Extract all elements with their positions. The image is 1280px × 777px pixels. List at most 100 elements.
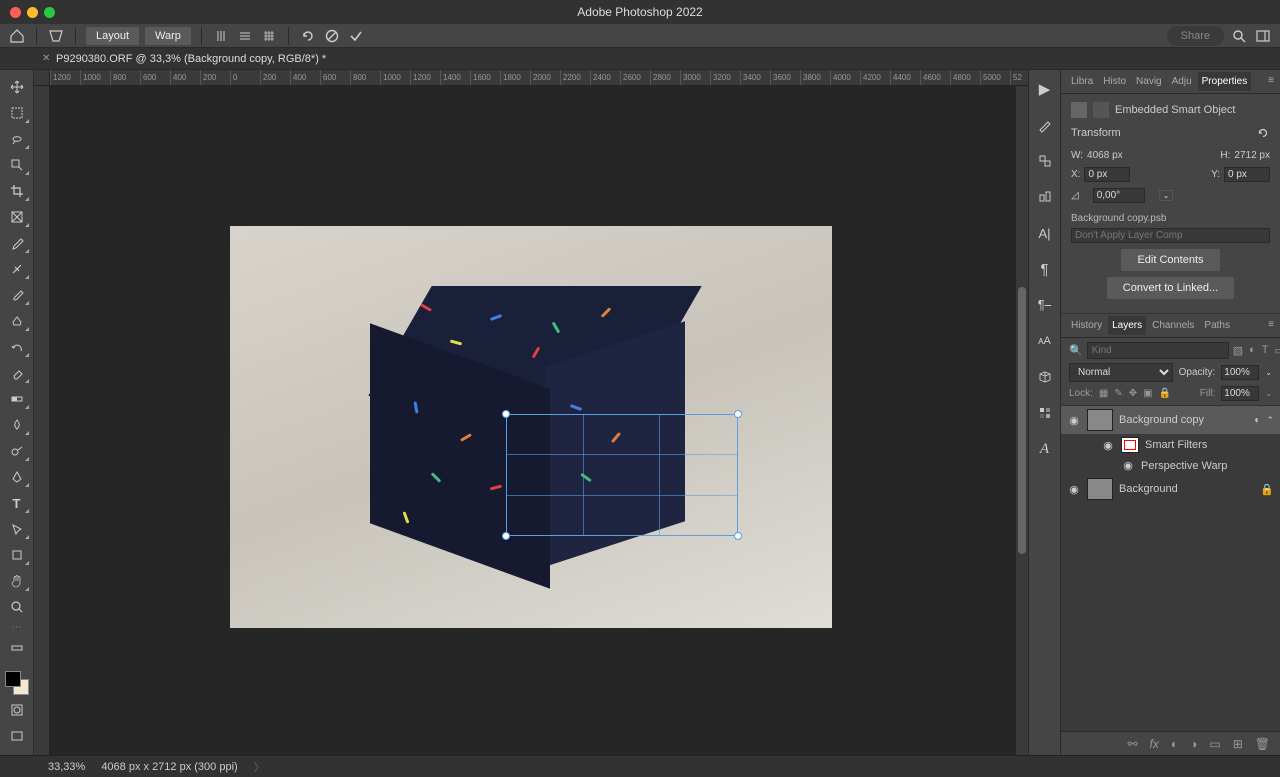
- tab-channels[interactable]: Channels: [1148, 316, 1198, 335]
- lock-artboard-icon[interactable]: ▣: [1143, 388, 1152, 399]
- color-swatches[interactable]: [5, 671, 29, 695]
- convert-to-linked-button[interactable]: Convert to Linked...: [1107, 277, 1234, 299]
- visibility-toggle-icon[interactable]: ◉: [1067, 414, 1081, 427]
- filter-shape-icon[interactable]: ▭: [1275, 344, 1280, 357]
- warp-handle-bl[interactable]: [502, 532, 510, 540]
- layer-mask-icon[interactable]: ◐: [1171, 737, 1178, 751]
- pen-tool[interactable]: [4, 466, 30, 488]
- panel-menu-icon[interactable]: ≡: [1268, 319, 1274, 330]
- panel-menu-icon[interactable]: ≡: [1268, 75, 1274, 86]
- layer-list[interactable]: ◉ Background copy ◐ ⌃ ◉ Smart Filters ◉ …: [1061, 406, 1280, 731]
- height-value[interactable]: 2712 px: [1234, 150, 1270, 161]
- horizontal-ruler[interactable]: 1200100080060040020002004006008001000120…: [50, 70, 1028, 86]
- quick-mask-icon[interactable]: [4, 699, 30, 721]
- path-selection-tool[interactable]: [4, 518, 30, 540]
- group-icon[interactable]: ▭: [1209, 737, 1220, 751]
- brush-settings-icon[interactable]: [1034, 114, 1056, 136]
- visibility-toggle-icon[interactable]: ◉: [1067, 483, 1081, 496]
- crop-tool[interactable]: [4, 180, 30, 202]
- fill-input[interactable]: [1221, 386, 1259, 401]
- close-window-button[interactable]: [10, 7, 21, 18]
- brush-tool[interactable]: [4, 284, 30, 306]
- lock-all-icon[interactable]: 🔒: [1159, 388, 1171, 399]
- lock-transparency-icon[interactable]: ▦: [1099, 388, 1108, 399]
- layer-thumbnail[interactable]: [1087, 478, 1113, 500]
- straighten-vertical-icon[interactable]: [212, 27, 230, 45]
- tab-paths[interactable]: Paths: [1200, 316, 1234, 335]
- cancel-icon[interactable]: [323, 27, 341, 45]
- straighten-horizontal-icon[interactable]: [236, 27, 254, 45]
- smart-filters-row[interactable]: ◉ Smart Filters: [1061, 434, 1280, 456]
- perspective-warp-tool-icon[interactable]: [47, 27, 65, 45]
- clone-source-icon[interactable]: [1034, 150, 1056, 172]
- width-value[interactable]: 4068 px: [1087, 150, 1123, 161]
- warp-mode-button[interactable]: Warp: [145, 27, 191, 45]
- healing-brush-tool[interactable]: [4, 258, 30, 280]
- adjustment-layer-icon[interactable]: ◑: [1190, 737, 1197, 751]
- warp-handle-tr[interactable]: [734, 410, 742, 418]
- lock-pixels-icon[interactable]: ✎: [1114, 388, 1122, 399]
- tab-histogram[interactable]: Histo: [1099, 72, 1130, 91]
- character-icon[interactable]: A|: [1034, 222, 1056, 244]
- toolbar-more[interactable]: ⋯: [12, 622, 22, 633]
- zoom-tool[interactable]: [4, 596, 30, 618]
- new-layer-icon[interactable]: ⊞: [1233, 737, 1243, 751]
- gradient-tool[interactable]: [4, 388, 30, 410]
- angle-input[interactable]: [1093, 188, 1145, 203]
- fill-dropdown-icon[interactable]: ⌄: [1265, 389, 1272, 398]
- smart-filter-item[interactable]: ◉ Perspective Warp: [1061, 456, 1280, 475]
- warp-handle-br[interactable]: [734, 532, 742, 540]
- warp-handle-tl[interactable]: [502, 410, 510, 418]
- opacity-dropdown-icon[interactable]: ⌄: [1265, 368, 1272, 377]
- expand-icon[interactable]: ⌃: [1266, 415, 1274, 426]
- clone-stamp-tool[interactable]: [4, 310, 30, 332]
- selection-tool[interactable]: [4, 154, 30, 176]
- shape-tool[interactable]: [4, 544, 30, 566]
- vertical-ruler[interactable]: [34, 86, 50, 755]
- home-icon[interactable]: [8, 27, 26, 45]
- blend-mode-select[interactable]: Normal: [1069, 363, 1173, 382]
- tab-layers[interactable]: Layers: [1108, 316, 1146, 335]
- screen-mode-icon[interactable]: [4, 725, 30, 747]
- styles-icon[interactable]: [1034, 186, 1056, 208]
- eyedropper-tool[interactable]: [4, 232, 30, 254]
- visibility-toggle-icon[interactable]: ◉: [1101, 439, 1115, 452]
- tab-properties[interactable]: Properties: [1198, 72, 1252, 91]
- status-more-icon[interactable]: 〉: [254, 759, 265, 775]
- frame-tool[interactable]: [4, 206, 30, 228]
- filter-type-icon[interactable]: T: [1262, 344, 1269, 357]
- ruler-origin[interactable]: [34, 70, 50, 86]
- layer-comp-select[interactable]: [1071, 228, 1270, 243]
- document-tab[interactable]: P9290380.ORF @ 33,3% (Background copy, R…: [36, 53, 326, 65]
- x-input[interactable]: [1084, 167, 1130, 182]
- lock-position-icon[interactable]: ✥: [1129, 388, 1137, 399]
- swatches-icon[interactable]: [1034, 402, 1056, 424]
- layer-name[interactable]: Background copy: [1119, 414, 1204, 426]
- glyphs-icon[interactable]: A: [1034, 438, 1056, 460]
- foreground-color-swatch[interactable]: [5, 671, 21, 687]
- tab-navigator[interactable]: Navig: [1132, 72, 1166, 91]
- smart-filter-badge-icon[interactable]: ◐: [1254, 415, 1260, 426]
- layer-row[interactable]: ◉ Background copy ◐ ⌃: [1061, 406, 1280, 434]
- paragraph-styles-icon[interactable]: ¶⎯: [1034, 294, 1056, 316]
- tab-libraries[interactable]: Libra: [1067, 72, 1097, 91]
- layer-row[interactable]: ◉ Background 🔒: [1061, 475, 1280, 503]
- opacity-input[interactable]: [1221, 365, 1259, 380]
- paragraph-icon[interactable]: ¶: [1034, 258, 1056, 280]
- visibility-toggle-icon[interactable]: ◉: [1121, 459, 1135, 472]
- move-tool[interactable]: [4, 76, 30, 98]
- minimize-window-button[interactable]: [27, 7, 38, 18]
- edit-toolbar-icon[interactable]: [4, 637, 30, 659]
- play-actions-icon[interactable]: ▶: [1034, 78, 1056, 100]
- lasso-tool[interactable]: [4, 128, 30, 150]
- close-tab-icon[interactable]: ✕: [42, 53, 50, 64]
- tab-history[interactable]: History: [1067, 316, 1106, 335]
- history-brush-tool[interactable]: [4, 336, 30, 358]
- eraser-tool[interactable]: [4, 362, 30, 384]
- maximize-window-button[interactable]: [44, 7, 55, 18]
- link-layers-icon[interactable]: ⚯: [1127, 737, 1137, 751]
- scrollbar-thumb[interactable]: [1018, 287, 1026, 555]
- commit-icon[interactable]: [347, 27, 365, 45]
- layer-name[interactable]: Background: [1119, 483, 1178, 495]
- filter-pixel-icon[interactable]: ▧: [1233, 344, 1243, 357]
